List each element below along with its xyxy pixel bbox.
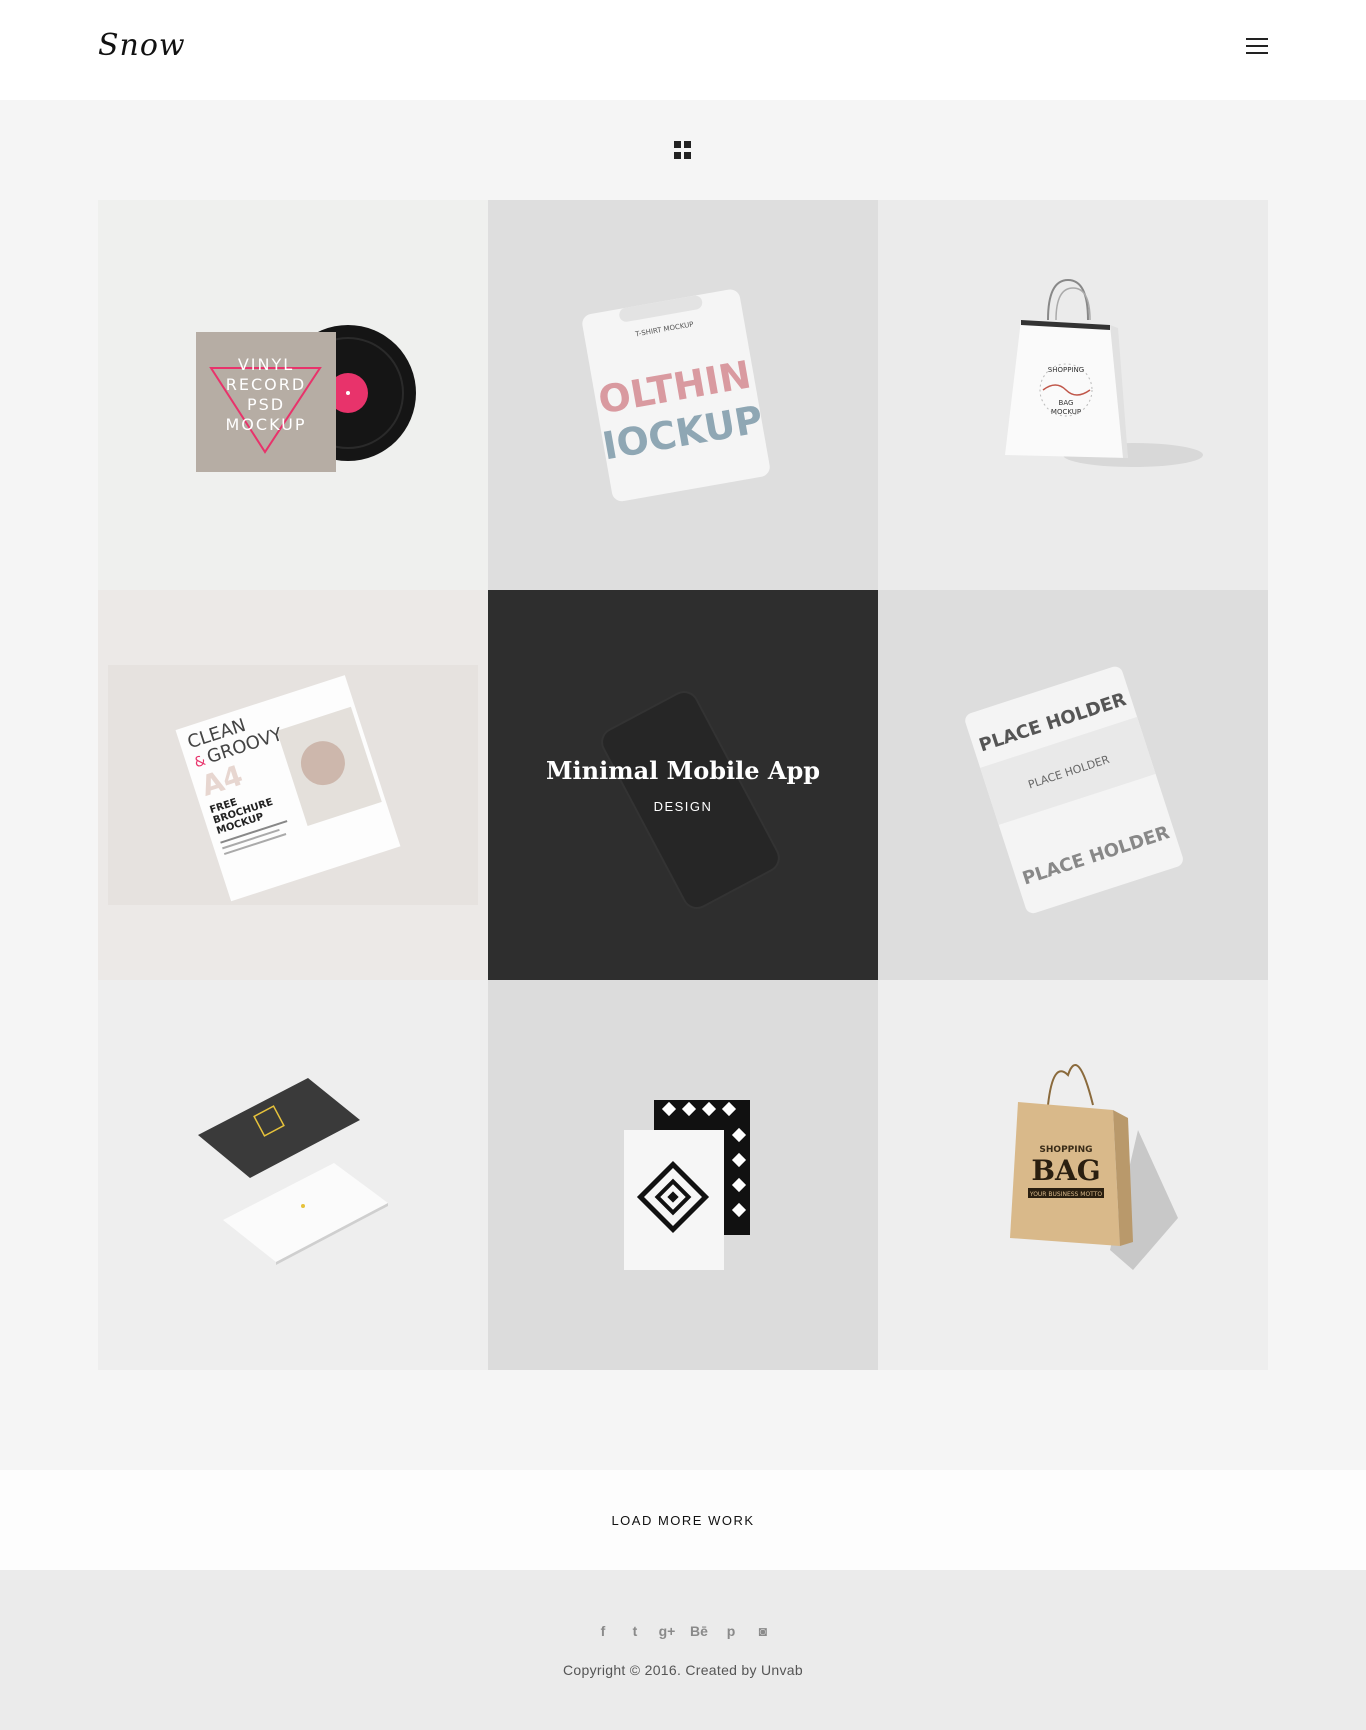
grid-filter-icon[interactable] — [674, 141, 692, 159]
portfolio-item-kraft-bag[interactable]: SHOPPING BAG YOUR BUSINESS MOTTO — [878, 980, 1268, 1370]
site-header: Snow — [0, 0, 1366, 100]
portfolio-item-shopping-bag[interactable]: SHOPPING BAG MOCKUP — [878, 200, 1268, 590]
portfolio-item-caption: Minimal Mobile App DESIGN — [488, 590, 878, 980]
portfolio-item-tshirt-placeholder[interactable]: PLACE HOLDER PLACE HOLDER PLACE HOLDER — [878, 590, 1268, 980]
business-card-mockup-image — [198, 1078, 388, 1265]
svg-text:RECORD: RECORD — [226, 375, 306, 394]
tshirt-mockup-image: T-SHIRT MOCKUP OLTHIN IOCKUP — [582, 289, 770, 502]
portfolio-item-brochure[interactable]: CLEAN & GROOVY A4 FREE BROCHURE MOCKUP — [98, 590, 488, 980]
instagram-icon[interactable]: ◙ — [754, 1622, 772, 1640]
portfolio-item-stationery[interactable] — [488, 980, 878, 1370]
svg-text:YOUR BUSINESS MOTTO: YOUR BUSINESS MOTTO — [1029, 1191, 1103, 1198]
svg-text:BAG: BAG — [1031, 1154, 1100, 1187]
copyright-text: Copyright © 2016. Created by Unvab — [563, 1662, 803, 1678]
portfolio-item-mobile-app[interactable]: Minimal Mobile App DESIGN — [488, 590, 878, 980]
shopping-bag-mockup-image: SHOPPING BAG MOCKUP — [1005, 278, 1203, 467]
pinterest-icon[interactable]: p — [722, 1622, 740, 1640]
twitter-icon[interactable]: t — [626, 1622, 644, 1640]
portfolio-item-category: DESIGN — [653, 799, 713, 814]
behance-icon[interactable]: Bē — [690, 1622, 708, 1640]
hamburger-menu-icon[interactable] — [1246, 38, 1268, 56]
brochure-mockup-image: CLEAN & GROOVY A4 FREE BROCHURE MOCKUP — [108, 665, 478, 905]
tshirt-placeholder-mockup-image: PLACE HOLDER PLACE HOLDER PLACE HOLDER — [965, 666, 1183, 914]
load-more-section: LOAD MORE WORK — [0, 1470, 1366, 1570]
kraft-bag-mockup-image: SHOPPING BAG YOUR BUSINESS MOTTO — [1010, 1064, 1178, 1270]
portfolio-item-vinyl[interactable]: VINYL RECORD PSD MOCKUP — [98, 200, 488, 590]
svg-text:MOCKUP: MOCKUP — [1051, 408, 1081, 416]
portfolio-item-title: Minimal Mobile App — [545, 756, 821, 785]
stationery-pattern-mockup-image — [624, 1100, 750, 1270]
site-logo[interactable]: Snow — [98, 28, 186, 63]
svg-text:SHOPPING: SHOPPING — [1048, 366, 1084, 374]
svg-text:PSD: PSD — [247, 395, 285, 414]
portfolio-grid: VINYL RECORD PSD MOCKUP T-SHIRT MOCKUP O… — [98, 200, 1268, 1370]
site-footer: f t g+ Bē p ◙ Copyright © 2016. Created … — [0, 1570, 1366, 1730]
portfolio-item-tshirt[interactable]: T-SHIRT MOCKUP OLTHIN IOCKUP — [488, 200, 878, 590]
load-more-button[interactable]: LOAD MORE WORK — [605, 1512, 760, 1529]
social-links: f t g+ Bē p ◙ — [0, 1622, 1366, 1640]
svg-text:MOCKUP: MOCKUP — [226, 415, 307, 434]
vinyl-record-mockup-image: VINYL RECORD PSD MOCKUP — [196, 325, 416, 472]
svg-text:BAG: BAG — [1059, 399, 1074, 407]
svg-text:VINYL: VINYL — [238, 355, 294, 374]
facebook-icon[interactable]: f — [594, 1622, 612, 1640]
portfolio-item-business-cards[interactable] — [98, 980, 488, 1370]
google-plus-icon[interactable]: g+ — [658, 1622, 676, 1640]
